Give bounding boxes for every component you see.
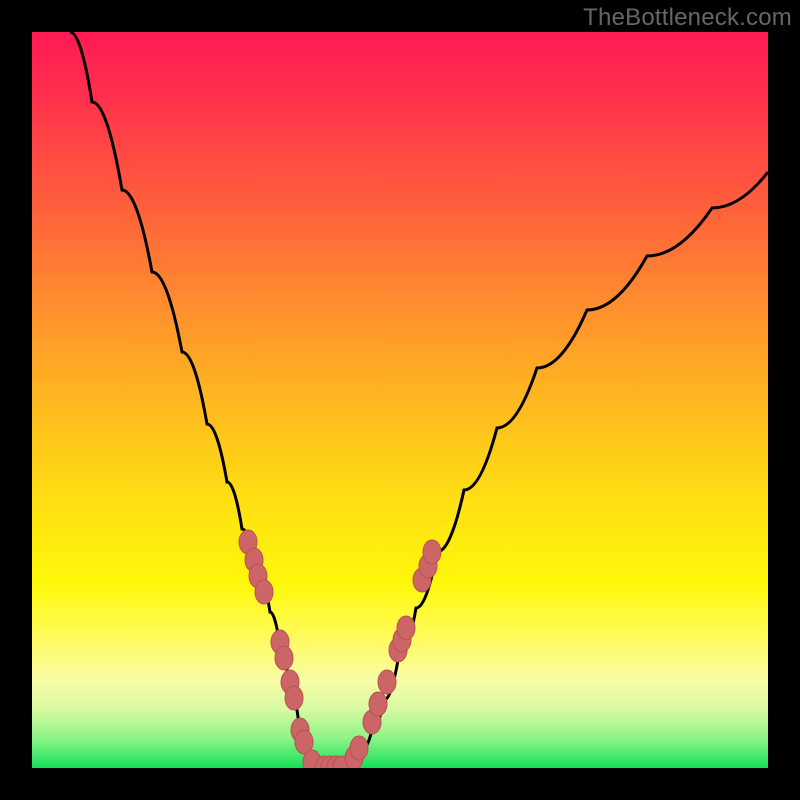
data-dot <box>423 540 441 564</box>
data-dot <box>285 686 303 710</box>
data-dot <box>397 616 415 640</box>
dot-cluster-right <box>345 540 441 768</box>
data-dot <box>378 670 396 694</box>
plot-area <box>32 32 768 768</box>
chart-root: TheBottleneck.com <box>0 0 800 800</box>
data-dot <box>350 736 368 760</box>
data-dot <box>275 646 293 670</box>
watermark-text: TheBottleneck.com <box>583 4 792 32</box>
dot-cluster-left <box>239 530 351 768</box>
curve-overlay <box>32 32 768 768</box>
data-dot <box>369 692 387 716</box>
data-dot <box>255 580 273 604</box>
